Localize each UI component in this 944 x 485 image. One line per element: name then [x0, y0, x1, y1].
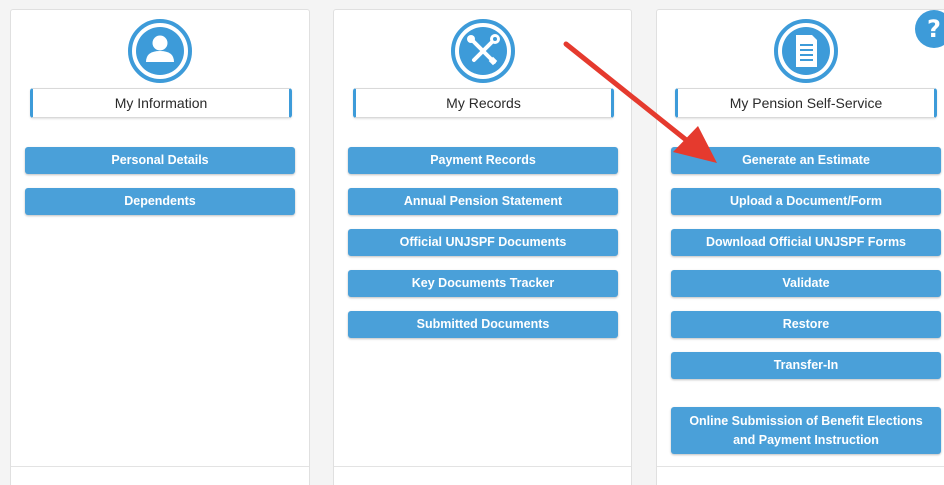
- transfer-in-button[interactable]: Transfer-In: [671, 352, 941, 379]
- card-title-my-records: My Records: [353, 88, 614, 118]
- dependents-button[interactable]: Dependents: [25, 188, 295, 215]
- key-documents-tracker-button[interactable]: Key Documents Tracker: [348, 270, 618, 297]
- official-unjspf-documents-button[interactable]: Official UNJSPF Documents: [348, 229, 618, 256]
- online-submission-line2: and Payment Instruction: [733, 432, 879, 447]
- personal-details-button[interactable]: Personal Details: [25, 147, 295, 174]
- person-icon: [128, 19, 192, 83]
- online-submission-line1: Online Submission of Benefit Elections: [689, 413, 923, 428]
- card-divider: [657, 466, 944, 467]
- upload-a-document-form-button[interactable]: Upload a Document/Form: [671, 188, 941, 215]
- document-icon: [774, 19, 838, 83]
- card-divider: [11, 466, 309, 467]
- card-divider: [334, 466, 631, 467]
- generate-an-estimate-button[interactable]: Generate an Estimate: [671, 147, 941, 174]
- online-submission-button[interactable]: Online Submission of Benefit Elections a…: [671, 407, 941, 454]
- submitted-documents-button[interactable]: Submitted Documents: [348, 311, 618, 338]
- annual-pension-statement-button[interactable]: Annual Pension Statement: [348, 188, 618, 215]
- card-title-my-pension-self-service: My Pension Self-Service: [675, 88, 937, 118]
- restore-button[interactable]: Restore: [671, 311, 941, 338]
- card-my-information: My Information Personal Details Dependen…: [10, 9, 310, 485]
- card-my-records: My Records Payment Records Annual Pensio…: [333, 9, 632, 485]
- payment-records-button[interactable]: Payment Records: [348, 147, 618, 174]
- help-icon[interactable]: ?: [912, 7, 944, 51]
- card-my-pension-self-service: My Pension Self-Service Generate an Esti…: [656, 9, 944, 485]
- tools-icon: [450, 19, 515, 83]
- download-official-unjspf-forms-button[interactable]: Download Official UNJSPF Forms: [671, 229, 941, 256]
- help-glyph: ?: [927, 15, 941, 43]
- validate-button[interactable]: Validate: [671, 270, 941, 297]
- card-title-my-information: My Information: [30, 88, 292, 118]
